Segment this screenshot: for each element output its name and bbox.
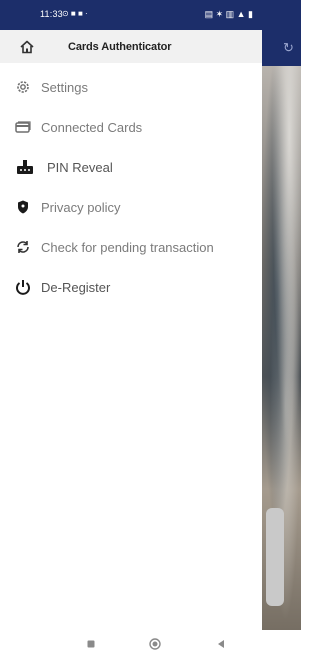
back-icon[interactable]	[214, 637, 228, 651]
recent-apps-icon[interactable]	[84, 637, 98, 651]
system-nav-bar	[0, 630, 301, 658]
cards-icon	[15, 121, 31, 133]
background-card	[266, 508, 284, 606]
menu-item-label: Settings	[41, 80, 88, 95]
refresh-icon	[17, 241, 29, 253]
menu-item-connected-cards[interactable]: Connected Cards	[0, 110, 262, 144]
status-bar: 11:33 ⊙ ■ ■ · ▤ ✶ ▥ ▲ ▮	[0, 0, 301, 30]
menu-item-privacy-policy[interactable]: Privacy policy	[0, 190, 262, 224]
gear-icon	[17, 81, 29, 93]
pin-reveal-icon	[17, 160, 33, 174]
shield-icon	[18, 200, 28, 214]
home-button-icon[interactable]	[148, 637, 162, 651]
background-refresh-icon[interactable]: ↻	[283, 41, 297, 55]
menu-item-pin-reveal[interactable]: PIN Reveal	[0, 150, 262, 184]
notification-icons: ⊙ ■ ■ ·	[62, 9, 88, 18]
menu-item-check-pending-transaction[interactable]: Check for pending transaction	[0, 230, 262, 264]
navigation-drawer: Cards Authenticator Settings Connected C…	[0, 30, 262, 630]
drawer-header: Cards Authenticator	[0, 30, 262, 63]
drawer-title: Cards Authenticator	[68, 41, 172, 53]
menu-item-label: PIN Reveal	[47, 160, 113, 175]
menu-item-label: De-Register	[41, 280, 111, 295]
menu-item-de-register[interactable]: De-Register	[0, 270, 262, 304]
status-time: 11:33	[40, 9, 63, 19]
home-icon[interactable]	[19, 39, 35, 55]
menu-item-label: Check for pending transaction	[41, 240, 214, 255]
menu-item-settings[interactable]: Settings	[0, 70, 262, 104]
system-status-icons: ▤ ✶ ▥ ▲ ▮	[204, 9, 253, 19]
menu-item-label: Privacy policy	[41, 200, 121, 215]
menu-item-label: Connected Cards	[41, 120, 143, 135]
power-icon	[16, 280, 30, 295]
